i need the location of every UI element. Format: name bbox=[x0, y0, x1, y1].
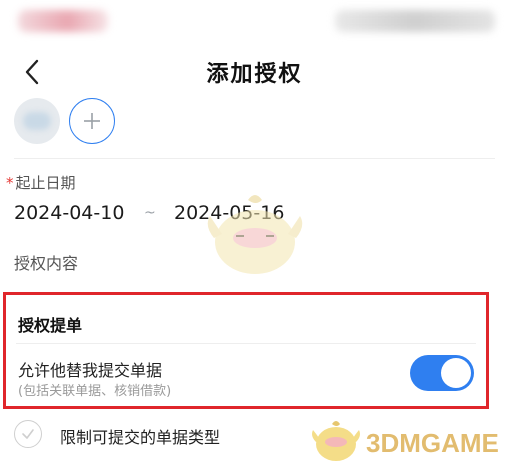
submit-authorization-section: 授权提单 允许他替我提交单据 (包括关联单据、核销借款) bbox=[3, 292, 489, 409]
date-range-label-text: 起止日期 bbox=[15, 174, 76, 192]
section-title: 授权提单 bbox=[18, 316, 83, 335]
required-mark: * bbox=[6, 174, 14, 192]
check-circle-icon[interactable] bbox=[14, 420, 42, 448]
date-separator: ~ bbox=[144, 205, 156, 221]
date-range-label: * 起止日期 bbox=[6, 172, 76, 193]
add-user-button[interactable] bbox=[69, 98, 115, 144]
mascot-watermark-icon bbox=[207, 195, 303, 274]
toggle-knob bbox=[441, 358, 471, 388]
watermark-text: 3DMGAME bbox=[366, 428, 499, 458]
plus-icon bbox=[84, 113, 100, 129]
avatar-blur bbox=[23, 112, 51, 130]
status-bar bbox=[0, 0, 509, 44]
divider bbox=[14, 158, 495, 159]
auth-content-label: 授权内容 bbox=[14, 254, 79, 273]
checkmark-icon bbox=[22, 429, 34, 439]
allow-submit-label: 允许他替我提交单据 bbox=[18, 361, 163, 380]
allow-submit-toggle[interactable] bbox=[410, 355, 474, 391]
allow-submit-hint: (包括关联单据、核销借款) bbox=[18, 384, 172, 399]
section-divider bbox=[16, 343, 476, 344]
start-date-field[interactable]: 2024-04-10 bbox=[14, 202, 124, 224]
avatar[interactable] bbox=[14, 98, 60, 144]
blurred-status-left bbox=[18, 10, 108, 32]
restrict-doc-types-label: 限制可提交的单据类型 bbox=[60, 428, 221, 447]
site-watermark: 3DMGAME bbox=[310, 414, 505, 466]
restrict-doc-types-option[interactable]: 限制可提交的单据类型 bbox=[14, 420, 314, 450]
nav-bar: 添加授权 bbox=[0, 48, 509, 96]
page-title: 添加授权 bbox=[206, 62, 303, 87]
blurred-status-right bbox=[335, 10, 495, 32]
mascot-logo-icon bbox=[312, 421, 360, 461]
